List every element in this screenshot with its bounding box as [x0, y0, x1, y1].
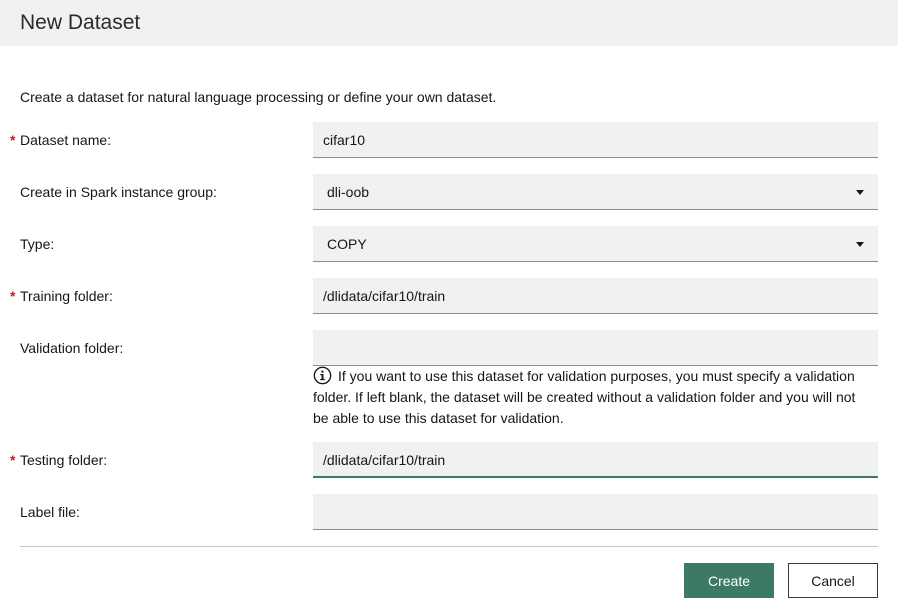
- dataset-name-value: cifar10: [323, 132, 366, 148]
- label-file-label: Label file:: [20, 504, 80, 520]
- chevron-down-icon: [856, 190, 864, 195]
- training-folder-value: /dlidata/cifar10/train: [323, 288, 446, 304]
- dialog-title: New Dataset: [20, 11, 141, 34]
- footer-divider: [20, 546, 878, 547]
- validation-help-text: If you want to use this dataset for vali…: [313, 366, 873, 429]
- new-dataset-dialog: New Dataset Create a dataset for natural…: [0, 0, 898, 614]
- testing-folder-value: /dlidata/cifar10/train: [323, 452, 446, 468]
- spark-group-label: Create in Spark instance group:: [20, 184, 217, 200]
- type-value: COPY: [327, 236, 367, 252]
- type-label: Type:: [20, 236, 55, 252]
- type-select[interactable]: COPY: [313, 226, 878, 262]
- validation-folder-input[interactable]: [313, 330, 878, 366]
- dialog-intro-text: Create a dataset for natural language pr…: [20, 89, 497, 105]
- dialog-header: New Dataset: [0, 0, 898, 46]
- dataset-name-input[interactable]: cifar10: [313, 122, 878, 158]
- info-icon: [313, 366, 332, 385]
- spark-group-select[interactable]: dli-oob: [313, 174, 878, 210]
- spark-group-value: dli-oob: [327, 184, 370, 200]
- required-marker: *: [10, 288, 16, 304]
- validation-folder-label: Validation folder:: [20, 340, 124, 356]
- required-marker: *: [10, 132, 16, 148]
- chevron-down-icon: [856, 242, 864, 247]
- training-folder-label: Training folder:: [20, 288, 113, 304]
- required-marker: *: [10, 452, 16, 468]
- label-file-input[interactable]: [313, 494, 878, 530]
- testing-folder-input[interactable]: /dlidata/cifar10/train: [313, 442, 878, 478]
- validation-help-message: If you want to use this dataset for vali…: [313, 368, 856, 426]
- create-button[interactable]: Create: [684, 563, 774, 598]
- training-folder-input[interactable]: /dlidata/cifar10/train: [313, 278, 878, 314]
- cancel-button[interactable]: Cancel: [788, 563, 878, 598]
- testing-folder-label: Testing folder:: [20, 452, 108, 468]
- dataset-name-label: Dataset name:: [20, 132, 112, 148]
